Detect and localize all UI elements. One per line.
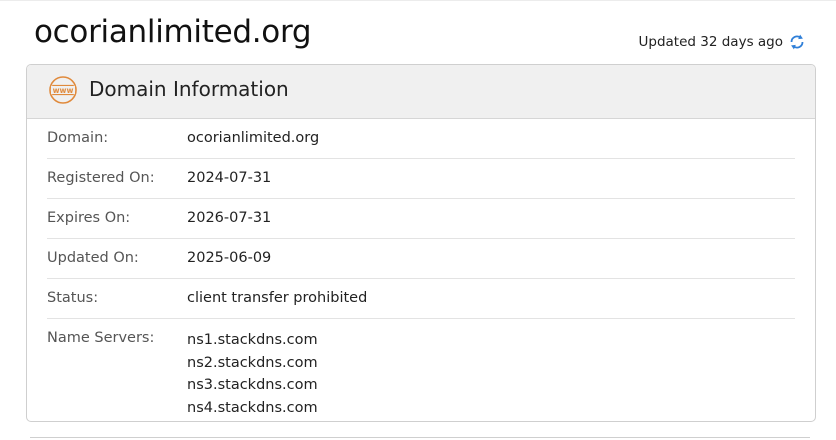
expires-on-row: Expires On: 2026-07-31 — [47, 199, 795, 239]
updated-on-label: Updated On: — [47, 250, 139, 266]
status-value: client transfer prohibited — [187, 290, 368, 306]
registered-on-row: Registered On: 2024-07-31 — [47, 159, 795, 199]
status-row: Status: client transfer prohibited — [47, 279, 795, 319]
updated-on-value: 2025-06-09 — [187, 250, 272, 266]
domain-label: Domain: — [47, 130, 109, 146]
name-server-item: ns2.stackdns.com — [187, 354, 318, 371]
section-divider — [30, 437, 810, 438]
page-title: ocorianlimited.org — [34, 14, 312, 50]
updated-status: Updated 32 days ago — [639, 33, 806, 51]
name-server-item: ns1.stackdns.com — [187, 332, 318, 348]
card-title: Domain Information — [89, 77, 289, 101]
domain-value: ocorianlimited.org — [187, 130, 320, 146]
updated-on-row: Updated On: 2025-06-09 — [47, 239, 795, 279]
name-servers-row: Name Servers: ns1.stackdns.com ns2.stack… — [47, 319, 795, 419]
registered-on-label: Registered On: — [47, 170, 155, 186]
expires-on-label: Expires On: — [47, 210, 131, 226]
updated-text: Updated 32 days ago — [638, 34, 783, 50]
www-globe-icon: www — [48, 75, 78, 105]
domain-info-rows: Domain: ocorianlimited.org Registered On… — [47, 119, 795, 419]
name-server-item: ns3.stackdns.com — [187, 377, 318, 393]
domain-information-card: www Domain Information Domain: ocorianli… — [26, 64, 816, 422]
name-server-item: ns4.stackdns.com — [187, 399, 318, 416]
status-label: Status: — [47, 290, 99, 306]
name-servers-list: ns1.stackdns.com ns2.stackdns.com ns3.st… — [187, 329, 318, 419]
card-header: www Domain Information — [27, 65, 815, 119]
www-icon-text: www — [53, 86, 74, 95]
registered-on-value: 2024-07-31 — [187, 170, 272, 186]
name-servers-label: Name Servers: — [47, 330, 155, 346]
top-divider — [0, 0, 836, 1]
domain-row: Domain: ocorianlimited.org — [47, 119, 795, 159]
expires-on-value: 2026-07-31 — [187, 210, 272, 226]
refresh-icon[interactable] — [788, 33, 806, 51]
